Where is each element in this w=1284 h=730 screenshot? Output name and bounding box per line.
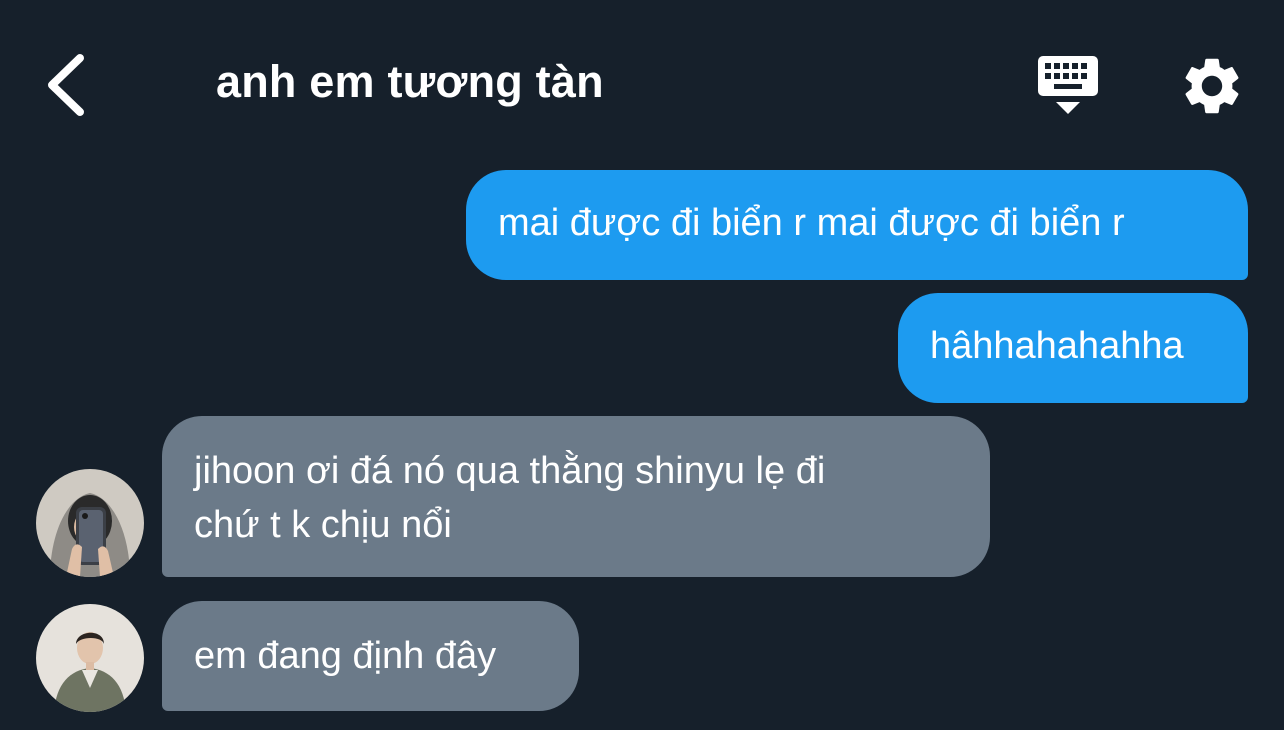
message-bubble-incoming[interactable]: em đang định đây xyxy=(162,601,579,711)
message-text: hâhhahahahha xyxy=(930,325,1184,367)
gear-icon xyxy=(1185,58,1239,114)
message-text-line: chứ t k chịu nổi xyxy=(194,504,452,546)
settings-button[interactable] xyxy=(1178,52,1246,120)
avatar-hoodie-mirror-selfie xyxy=(36,469,144,577)
chat-title: anh em tương tàn xyxy=(216,56,604,107)
message-bubble-outgoing[interactable]: hâhhahahahha xyxy=(898,293,1248,403)
keyboard-hide-icon xyxy=(1038,56,1098,114)
chat-header: anh em tương tàn xyxy=(0,0,1284,160)
message-bubble-outgoing[interactable]: mai được đi biển r mai được đi biển r xyxy=(466,170,1248,280)
message-text: mai được đi biển r mai được đi biển r xyxy=(498,202,1125,244)
message-bubble-incoming[interactable]: jihoon ơi đá nó qua thằng shinyu lẹ đi c… xyxy=(162,416,990,577)
sender-avatar[interactable] xyxy=(36,469,144,577)
sender-avatar[interactable] xyxy=(36,604,144,712)
message-text-line: jihoon ơi đá nó qua thằng shinyu lẹ đi xyxy=(194,450,826,492)
back-button[interactable] xyxy=(36,50,96,120)
message-text: em đang định đây xyxy=(194,635,497,677)
avatar-jacket-portrait xyxy=(36,604,144,712)
keyboard-toggle-button[interactable] xyxy=(1034,54,1104,120)
chevron-left-icon xyxy=(48,54,84,116)
